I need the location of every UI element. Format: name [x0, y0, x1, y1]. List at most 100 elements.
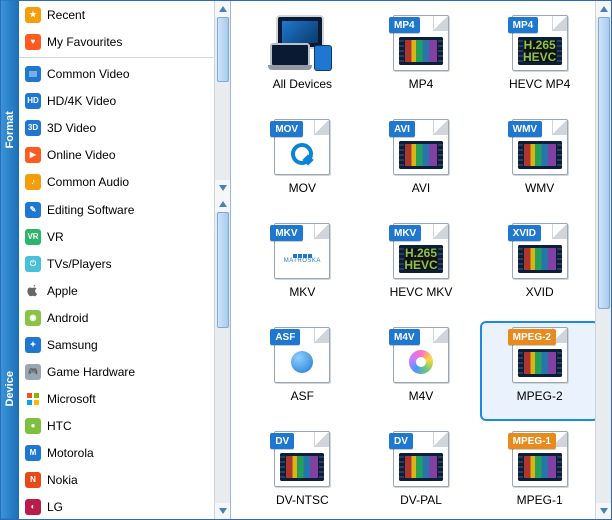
format-badge: MP4 [389, 17, 420, 33]
scroll-track[interactable] [215, 17, 231, 180]
scrollbar[interactable] [595, 1, 611, 519]
samsung-icon: ✦ [25, 337, 41, 353]
format-cell-mkv[interactable]: MKV MATROSKA MKV [243, 217, 362, 317]
format-label: MPEG-1 [517, 493, 563, 507]
format-cell-mov[interactable]: MOVMOV [243, 113, 362, 213]
format-cell-asf[interactable]: ASFASF [243, 321, 362, 421]
format-label: All Devices [273, 77, 332, 91]
scroll-up-icon[interactable] [215, 196, 231, 212]
sidebar-item-label: 3D Video [47, 121, 96, 135]
sidebar-item-label: Nokia [47, 473, 78, 487]
app-root: Format Device ★ Recent ♥My Favourites Commo… [1, 1, 611, 519]
format-badge: DV [270, 433, 294, 449]
format-badge: DV [389, 433, 413, 449]
mkv-logo-text: MATROSKA [284, 258, 321, 264]
recent-icon: ★ [25, 7, 41, 23]
file-thumb: MOV [274, 119, 330, 175]
sidebar-item-editing[interactable]: ✎ Editing Software [19, 196, 230, 223]
file-thumb: MP4 [393, 15, 449, 71]
sidebar-item-label: Recent [47, 8, 85, 22]
sidebar-item-apple[interactable]: Apple [19, 277, 230, 304]
file-thumb: MPEG-2 [512, 327, 568, 383]
scroll-thumb[interactable] [217, 212, 229, 328]
sidebar-item-label: Common Audio [47, 175, 129, 189]
sidebar-item-label: Game Hardware [47, 365, 135, 379]
sidebar-item-motorola[interactable]: MMotorola [19, 439, 230, 466]
sidebar-item-label: My Favourites [47, 35, 122, 49]
format-cell-mpeg-2[interactable]: MPEG-2MPEG-2 [480, 321, 599, 421]
hevc-sub: HEVC [523, 51, 556, 63]
format-badge: MPEG-2 [508, 329, 556, 345]
sidebar-item-3d[interactable]: 3D3D Video [19, 114, 230, 141]
sidebar-item-hd[interactable]: HD HD/4K Video [19, 87, 230, 114]
nokia-icon: N [25, 472, 41, 488]
sidebar-item-label: Online Video [47, 148, 116, 162]
sidebar-item-tv[interactable]: ⏻ TVs/Players [19, 250, 230, 277]
format-cell-hevc-mkv[interactable]: MKVH.265HEVCHEVC MKV [362, 217, 481, 317]
sidebar-item-label: HD/4K Video [47, 94, 116, 108]
sidebar-item-heart[interactable]: ♥My Favourites [19, 28, 230, 55]
format-cell-hevc-mp4[interactable]: MP4H.265HEVCHEVC MP4 [480, 9, 599, 109]
format-badge: MKV [389, 225, 421, 241]
vr-icon: VR [25, 229, 41, 245]
sidebar-item-audio[interactable]: ♪Common Audio [19, 168, 230, 195]
scroll-thumb[interactable] [598, 17, 610, 309]
scroll-down-icon[interactable] [215, 180, 231, 196]
format-badge: ASF [270, 329, 300, 345]
sidebar-item-lg[interactable]: ◐LG [19, 493, 230, 519]
sidebar-item-vr[interactable]: VRVR [19, 223, 230, 250]
hevc-sub: HEVC [404, 259, 437, 271]
format-label: MP4 [409, 77, 434, 91]
format-grid: All DevicesMP4MP4MP4H.265HEVCHEVC MP4MOV… [231, 9, 611, 519]
file-thumb: WMV [512, 119, 568, 175]
scroll-track[interactable] [215, 212, 231, 503]
format-cell-dv-ntsc[interactable]: DVDV-NTSC [243, 425, 362, 519]
tab-format[interactable]: Format [1, 1, 19, 260]
sidebar-item-online[interactable]: ▶Online Video [19, 141, 230, 168]
editing-icon: ✎ [25, 202, 41, 218]
tab-device[interactable]: Device [1, 260, 19, 520]
file-thumb: DV [274, 431, 330, 487]
format-cell-xvid[interactable]: XVIDXVID [480, 217, 599, 317]
format-badge: MP4 [508, 17, 539, 33]
file-thumb: MKVH.265HEVC [393, 223, 449, 279]
scroll-down-icon[interactable] [596, 503, 611, 519]
sidebar-item-htc[interactable]: ●HTC [19, 412, 230, 439]
content-pane: All DevicesMP4MP4MP4H.265HEVCHEVC MP4MOV… [231, 1, 611, 519]
scrollbar[interactable] [214, 1, 230, 196]
scroll-thumb[interactable] [217, 17, 229, 82]
tv-icon: ⏻ [25, 256, 41, 272]
scroll-up-icon[interactable] [596, 1, 611, 17]
format-badge: M4V [389, 329, 420, 345]
format-label: WMV [525, 181, 554, 195]
sidebar: ★ Recent ♥My Favourites Common Video HD HD/4K… [19, 1, 231, 519]
format-label: ASF [291, 389, 314, 403]
scroll-down-icon[interactable] [215, 503, 231, 519]
sidebar-item-android[interactable]: ◉Android [19, 304, 230, 331]
sidebar-item-nokia[interactable]: N Nokia [19, 466, 230, 493]
sidebar-item-cv[interactable]: Common Video [19, 60, 230, 87]
file-thumb: ASF [274, 327, 330, 383]
format-label: MKV [289, 285, 315, 299]
sidebar-item-samsung[interactable]: ✦Samsung [19, 331, 230, 358]
format-label: AVI [412, 181, 430, 195]
sidebar-item-label: TVs/Players [47, 257, 112, 271]
scroll-track[interactable] [596, 17, 611, 503]
sidebar-item-microsoft[interactable]: Microsoft [19, 385, 230, 412]
format-label: DV-PAL [400, 493, 442, 507]
sidebar-item-label: Editing Software [47, 203, 134, 217]
format-cell-avi[interactable]: AVIAVI [362, 113, 481, 213]
scroll-up-icon[interactable] [215, 1, 231, 17]
format-cell-all-devices[interactable]: All Devices [243, 9, 362, 109]
format-cell-wmv[interactable]: WMV WMV [480, 113, 599, 213]
format-cell-dv-pal[interactable]: DV DV-PAL [362, 425, 481, 519]
format-badge: MKV [270, 225, 302, 241]
sidebar-item-recent[interactable]: ★ Recent [19, 1, 230, 28]
hd-icon: HD [25, 93, 41, 109]
format-cell-m4v[interactable]: M4VM4V [362, 321, 481, 421]
format-cell-mp4[interactable]: MP4MP4 [362, 9, 481, 109]
scrollbar[interactable] [214, 196, 230, 519]
format-cell-mpeg-1[interactable]: MPEG-1MPEG-1 [480, 425, 599, 519]
sidebar-format-list: ★ Recent ♥My Favourites Common Video HD HD/4K… [19, 1, 230, 196]
sidebar-item-game[interactable]: 🎮Game Hardware [19, 358, 230, 385]
